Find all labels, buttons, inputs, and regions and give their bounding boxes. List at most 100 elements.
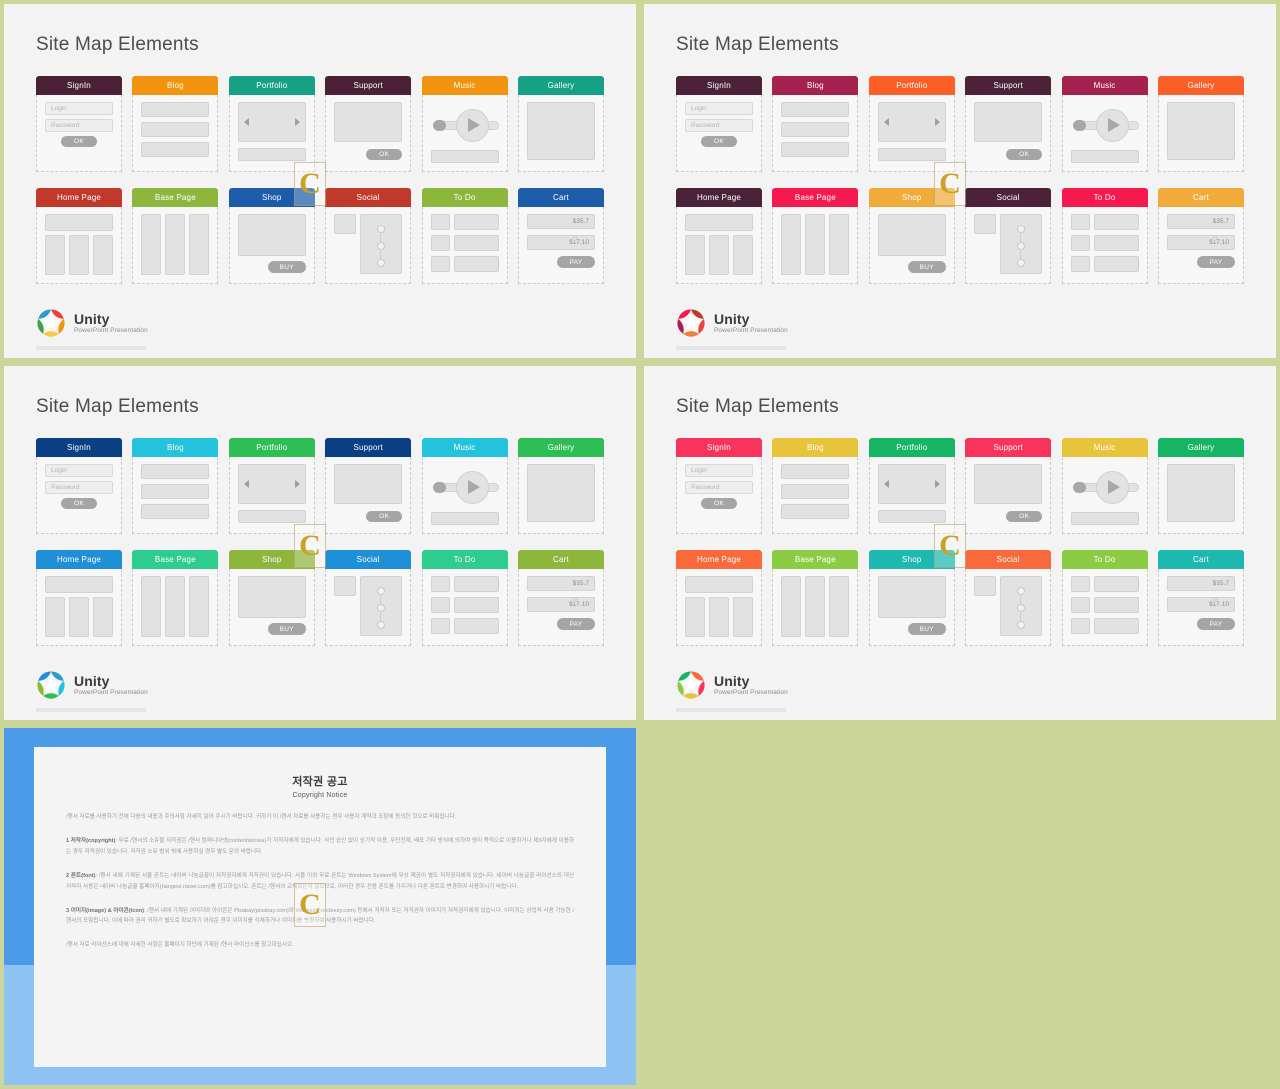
todo-checkbox[interactable]: [1070, 214, 1090, 230]
login-field[interactable]: Login: [45, 464, 113, 477]
card-cart[interactable]: Cart $35.7 $17.10 PAY: [1157, 550, 1244, 646]
todo-checkbox[interactable]: [1070, 256, 1090, 272]
seek-knob[interactable]: [432, 120, 446, 131]
password-field[interactable]: Password: [45, 481, 113, 494]
password-field[interactable]: Password: [45, 119, 113, 132]
ok-button[interactable]: OK: [366, 149, 403, 160]
card-home[interactable]: Home Page: [676, 188, 762, 284]
card-social[interactable]: Social: [965, 188, 1052, 284]
todo-checkbox[interactable]: [430, 618, 450, 634]
support-textarea[interactable]: [974, 464, 1043, 504]
card-music[interactable]: Music: [421, 438, 508, 534]
card-todo[interactable]: To Do: [1061, 188, 1148, 284]
ok-button[interactable]: OK: [366, 511, 403, 522]
carousel[interactable]: [877, 464, 946, 504]
seek-knob[interactable]: [1072, 120, 1086, 131]
login-field[interactable]: Login: [45, 102, 113, 115]
arrow-right-icon[interactable]: [934, 480, 940, 488]
arrow-right-icon[interactable]: [294, 480, 300, 488]
card-cart[interactable]: Cart $35.7 $17.10 PAY: [517, 550, 604, 646]
card-music[interactable]: Music: [1061, 76, 1148, 172]
card-portfolio[interactable]: Portfolio: [228, 76, 315, 172]
card-portfolio[interactable]: Portfolio: [868, 76, 955, 172]
carousel[interactable]: [877, 102, 946, 142]
play-icon[interactable]: [467, 118, 480, 132]
card-music[interactable]: Music: [421, 76, 508, 172]
buy-button[interactable]: BUY: [267, 261, 306, 273]
arrow-right-icon[interactable]: [934, 118, 940, 126]
todo-checkbox[interactable]: [1070, 576, 1090, 592]
card-support[interactable]: Support OK: [965, 438, 1052, 534]
arrow-left-icon[interactable]: [883, 480, 889, 488]
card-portfolio[interactable]: Portfolio: [868, 438, 955, 534]
ok-button[interactable]: OK: [61, 136, 97, 147]
ok-button[interactable]: OK: [1006, 149, 1043, 160]
seek-knob[interactable]: [1072, 482, 1086, 493]
todo-checkbox[interactable]: [1070, 597, 1090, 613]
arrow-left-icon[interactable]: [243, 480, 249, 488]
card-shop[interactable]: Shop BUY: [868, 188, 955, 284]
card-cart[interactable]: Cart $35.7 $17.10 PAY: [517, 188, 604, 284]
card-blog[interactable]: Blog: [772, 76, 859, 172]
arrow-left-icon[interactable]: [883, 118, 889, 126]
card-home[interactable]: Home Page: [36, 188, 122, 284]
card-social[interactable]: Social: [965, 550, 1052, 646]
buy-button[interactable]: BUY: [267, 623, 306, 635]
music-player[interactable]: [1071, 464, 1139, 508]
play-icon[interactable]: [1107, 480, 1120, 494]
card-portfolio[interactable]: Portfolio: [228, 438, 315, 534]
card-gallery[interactable]: Gallery: [1157, 438, 1244, 534]
card-todo[interactable]: To Do: [421, 550, 508, 646]
card-base[interactable]: Base Page: [132, 188, 219, 284]
pay-button[interactable]: PAY: [556, 618, 595, 630]
card-shop[interactable]: Shop BUY: [228, 188, 315, 284]
buy-button[interactable]: BUY: [907, 623, 946, 635]
todo-checkbox[interactable]: [430, 576, 450, 592]
card-blog[interactable]: Blog: [132, 438, 219, 534]
ok-button[interactable]: OK: [701, 136, 737, 147]
todo-checkbox[interactable]: [430, 235, 450, 251]
ok-button[interactable]: OK: [701, 498, 737, 509]
arrow-right-icon[interactable]: [294, 118, 300, 126]
ok-button[interactable]: OK: [1006, 511, 1043, 522]
buy-button[interactable]: BUY: [907, 261, 946, 273]
music-player[interactable]: [431, 102, 499, 146]
carousel[interactable]: [237, 464, 306, 504]
card-social[interactable]: Social: [325, 188, 412, 284]
pay-button[interactable]: PAY: [1196, 618, 1235, 630]
pay-button[interactable]: PAY: [1196, 256, 1235, 268]
todo-checkbox[interactable]: [1070, 618, 1090, 634]
play-icon[interactable]: [467, 480, 480, 494]
support-textarea[interactable]: [974, 102, 1043, 142]
card-home[interactable]: Home Page: [676, 550, 762, 646]
card-signin[interactable]: SignIn Login Password OK: [36, 76, 122, 172]
arrow-left-icon[interactable]: [243, 118, 249, 126]
play-icon[interactable]: [1107, 118, 1120, 132]
card-shop[interactable]: Shop BUY: [868, 550, 955, 646]
password-field[interactable]: Password: [685, 481, 753, 494]
card-support[interactable]: Support OK: [325, 76, 412, 172]
support-textarea[interactable]: [334, 464, 403, 504]
card-todo[interactable]: To Do: [421, 188, 508, 284]
ok-button[interactable]: OK: [61, 498, 97, 509]
card-music[interactable]: Music: [1061, 438, 1148, 534]
card-base[interactable]: Base Page: [132, 550, 219, 646]
login-field[interactable]: Login: [685, 464, 753, 477]
card-home[interactable]: Home Page: [36, 550, 122, 646]
todo-checkbox[interactable]: [1070, 235, 1090, 251]
card-gallery[interactable]: Gallery: [1157, 76, 1244, 172]
card-shop[interactable]: Shop BUY: [228, 550, 315, 646]
todo-checkbox[interactable]: [430, 214, 450, 230]
card-signin[interactable]: SignIn Login Password OK: [36, 438, 122, 534]
card-base[interactable]: Base Page: [772, 550, 859, 646]
card-gallery[interactable]: Gallery: [517, 76, 604, 172]
card-todo[interactable]: To Do: [1061, 550, 1148, 646]
card-base[interactable]: Base Page: [772, 188, 859, 284]
password-field[interactable]: Password: [685, 119, 753, 132]
card-social[interactable]: Social: [325, 550, 412, 646]
todo-checkbox[interactable]: [430, 256, 450, 272]
pay-button[interactable]: PAY: [556, 256, 595, 268]
card-cart[interactable]: Cart $35.7 $17.10 PAY: [1157, 188, 1244, 284]
card-signin[interactable]: SignIn Login Password OK: [676, 438, 762, 534]
music-player[interactable]: [1071, 102, 1139, 146]
